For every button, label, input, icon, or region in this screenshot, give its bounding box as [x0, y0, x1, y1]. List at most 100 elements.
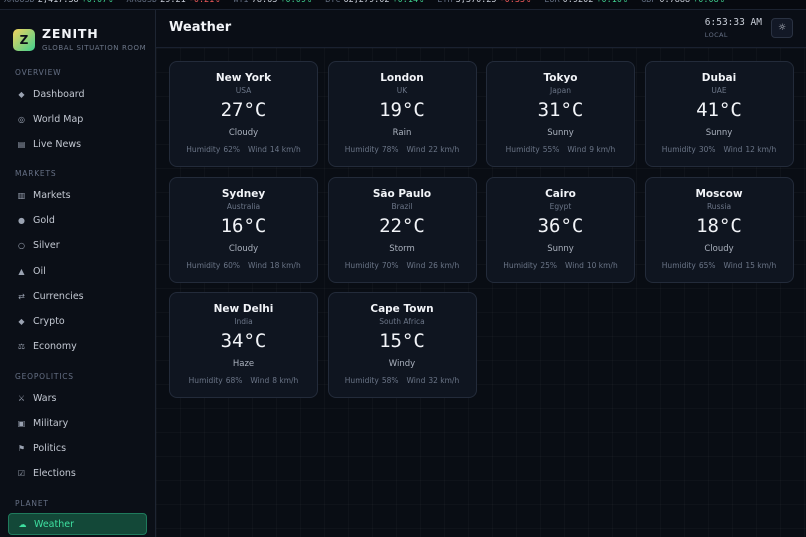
- shield-icon: ▣: [17, 418, 26, 428]
- weather-card[interactable]: Tokyo Japan 31°C Sunny Humidity 55% Wind 9 km/h: [486, 61, 635, 167]
- sidebar-item-live-news[interactable]: ▤ Live News: [8, 133, 147, 155]
- sidebar-item-label: Currencies: [33, 290, 84, 302]
- wind-label: Wind: [247, 145, 267, 154]
- sidebar-item-weather[interactable]: ☁ Weather: [8, 513, 147, 535]
- circle-icon: ○: [18, 240, 25, 250]
- wind-value: 12 km/h: [745, 145, 777, 154]
- wind-label: Wind: [406, 260, 426, 270]
- sidebar-item-label: Gold: [33, 214, 55, 226]
- city-name: Dubai: [701, 72, 737, 84]
- city-name: São Paulo: [372, 187, 432, 200]
- condition: Cloudy: [228, 128, 259, 138]
- sidebar-item-world-map[interactable]: ◎ World Map: [8, 108, 147, 130]
- humidity-label: Humidity: [344, 376, 379, 385]
- sidebar-item-silver[interactable]: ○ Silver: [8, 234, 147, 256]
- ticker-item[interactable]: XAGUSD 29.21 -0.21%: [126, 0, 219, 6]
- city-name: Cape Town: [370, 303, 434, 315]
- ticker-item[interactable]: BTC 62,279.02 +0.14%: [325, 0, 423, 6]
- ticker-item[interactable]: WTI 78.63 +0.09%: [233, 0, 311, 6]
- weather-card[interactable]: New Delhi India 34°C Haze Humidity 68% Wind 8 k…: [169, 292, 318, 398]
- temperature: 16°C: [220, 214, 267, 237]
- sidebar-item-elections[interactable]: ☑ Elections: [8, 462, 147, 484]
- wind-value: 9 km/h: [589, 145, 616, 154]
- brand[interactable]: Z ZENITH GLOBAL SITUATION ROOM: [13, 27, 146, 52]
- section-label-planet: PLANET: [15, 499, 49, 508]
- section-label-geopolitics: GEOPOLITICS: [15, 372, 74, 381]
- ticker-price: 0.9202: [562, 0, 594, 5]
- condition: Sunny: [547, 243, 574, 254]
- top-header: Weather 6:53:33 AM LOCAL ☼: [156, 10, 806, 48]
- temperature: 27°C: [220, 99, 267, 121]
- sidebar-item-military[interactable]: ▣ Military: [8, 412, 147, 434]
- condition: Windy: [388, 359, 416, 369]
- sidebar-item-dashboard[interactable]: ◆ Dashboard: [8, 83, 147, 105]
- flag-icon: ⚑: [17, 443, 26, 453]
- temperature: 15°C: [379, 330, 425, 352]
- city-name: New Delhi: [213, 303, 274, 315]
- temperature: 19°C: [379, 99, 425, 121]
- ticker-symbol: EUR: [544, 0, 560, 5]
- weather-card[interactable]: São Paulo Brazil 22°C Storm Humidity 70% Wind 2…: [327, 176, 477, 283]
- sidebar-item-label: Live News: [33, 138, 82, 150]
- humidity-value: 60%: [223, 260, 240, 270]
- wind-value: 14 km/h: [269, 145, 301, 154]
- ticker-item[interactable]: ETH 3,370.25 -0.35%: [437, 0, 530, 6]
- weather-card[interactable]: Sydney Australia 16°C Cloudy Humidity 60% Wind…: [169, 176, 318, 283]
- sidebar-item-gold[interactable]: ● Gold: [8, 209, 147, 231]
- oil-icon: ▲: [18, 266, 25, 276]
- sidebar-item-currencies[interactable]: ⇄ Currencies: [8, 285, 147, 307]
- theme-toggle-button[interactable]: ☼: [771, 18, 793, 38]
- sidebar-item-wars[interactable]: ⚔ Wars: [8, 387, 147, 409]
- ticker-symbol: ETH: [437, 0, 453, 5]
- ticker-item[interactable]: EUR 0.9202 +0.10%: [544, 0, 627, 6]
- sidebar-item-label: World Map: [33, 113, 84, 125]
- temperature: 34°C: [220, 330, 267, 352]
- brand-subtitle: GLOBAL SITUATION ROOM: [42, 44, 147, 52]
- brand-name: ZENITH: [42, 26, 99, 41]
- ticker-change: -0.35%: [499, 0, 531, 5]
- sidebar-item-crypto[interactable]: ◆ Crypto: [8, 310, 147, 332]
- weather-card[interactable]: London UK 19°C Rain Humidity 78% Wind 22 km/h: [327, 61, 477, 167]
- humidity-value: 62%: [223, 145, 240, 154]
- sidebar-item-markets[interactable]: ▥ Markets: [8, 184, 147, 206]
- sidebar-item-label: Economy: [33, 340, 77, 352]
- weather-card[interactable]: Moscow Russia 18°C Cloudy Humidity 65% Wind 15 …: [644, 176, 794, 283]
- humidity-value: 68%: [225, 376, 243, 385]
- country-name: USA: [235, 86, 252, 95]
- ticker-symbol: XAUUSD: [4, 0, 35, 5]
- exchange-icon: ⇄: [18, 291, 25, 301]
- sidebar-item-oil[interactable]: ▲ Oil: [8, 260, 147, 282]
- ticker-symbol: WTI: [233, 0, 249, 5]
- ticker-change: +0.10%: [596, 0, 628, 5]
- weather-card[interactable]: New York USA 27°C Cloudy Humidity 62% Wind 14 k…: [169, 61, 318, 167]
- ticker-change: +0.07%: [81, 0, 113, 5]
- weather-card[interactable]: Cairo Egypt 36°C Sunny Humidity 25% Wind 10 km/…: [486, 176, 635, 283]
- condition: Cloudy: [704, 243, 734, 254]
- humidity-label: Humidity: [186, 145, 221, 154]
- wind-value: 15 km/h: [745, 260, 777, 270]
- globe-icon: ◎: [18, 114, 25, 124]
- ticker-symbol: GBP: [641, 0, 657, 5]
- humidity-label: Humidity: [344, 145, 379, 154]
- section-label-overview: OVERVIEW: [15, 68, 62, 77]
- city-name: Moscow: [695, 187, 743, 200]
- wind-label: Wind: [567, 145, 587, 154]
- weather-card[interactable]: Dubai UAE 41°C Sunny Humidity 30% Wind 12 km/h: [644, 61, 794, 167]
- swords-icon: ⚔: [17, 393, 26, 403]
- wind-label: Wind: [564, 260, 584, 270]
- weather-card[interactable]: Cape Town South Africa 15°C Windy Humidity 58…: [327, 292, 477, 398]
- city-name: New York: [215, 72, 272, 84]
- temperature: 18°C: [696, 214, 742, 237]
- ticker-track: XAUUSD 2,417.38 +0.07% XAGUSD 29.21 -0.21% WTI…: [4, 0, 738, 6]
- humidity-label: Humidity: [661, 145, 696, 154]
- ticker-item[interactable]: XAUUSD 2,417.38 +0.07%: [4, 0, 112, 6]
- city-name: Sydney: [221, 187, 266, 200]
- weather-stats: Humidity 60% Wind 18 km/h: [170, 261, 317, 271]
- sidebar-item-economy[interactable]: ⚖ Economy: [8, 335, 147, 357]
- ticker-item[interactable]: GBP 0.7888 +0.08%: [641, 0, 724, 6]
- city-name: London: [380, 72, 424, 84]
- humidity-value: 55%: [542, 145, 560, 154]
- weather-stats: Humidity 55% Wind 9 km/h: [487, 145, 634, 155]
- sidebar-item-politics[interactable]: ⚑ Politics: [8, 437, 147, 459]
- country-name: Russia: [706, 201, 732, 211]
